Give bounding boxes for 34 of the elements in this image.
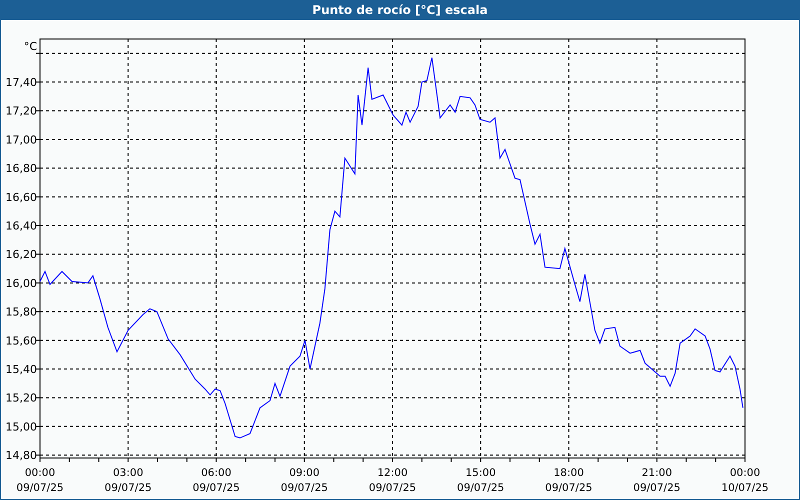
y-axis-unit: °C	[24, 40, 37, 53]
x-tick-date: 09/07/25	[633, 482, 680, 494]
y-tick-label: 16,80	[6, 162, 37, 176]
y-tick-label: 15,80	[6, 306, 37, 319]
x-tick-label: 18:00	[554, 467, 584, 479]
x-tick-date: 10/07/25	[721, 482, 769, 494]
x-tick-date: 09/07/25	[192, 482, 240, 494]
x-tick-date: 09/07/25	[545, 482, 592, 494]
y-tick-label: 17,20	[6, 104, 37, 118]
x-tick-date: 09/07/25	[280, 482, 328, 494]
x-tick-label: 09:00	[289, 467, 320, 479]
x-tick-label: 12:00	[377, 467, 408, 479]
y-tick-label: 16,00	[6, 276, 37, 290]
x-tick-date: 09/07/25	[368, 482, 416, 494]
y-tick-label: 17,40	[6, 76, 37, 90]
x-tick-label: 21:00	[642, 467, 672, 479]
y-tick-label: 15,00	[6, 420, 37, 434]
y-tick-label: 15,40	[6, 363, 37, 376]
x-tick-date: 09/07/25	[104, 482, 152, 494]
y-tick-label: 14,80	[6, 449, 37, 462]
y-tick-label: 17,00	[6, 133, 37, 146]
y-tick-label: 16,60	[6, 190, 37, 204]
x-tick-label: 00:00	[730, 467, 760, 479]
x-tick-date: 09/07/25	[16, 482, 64, 494]
y-tick-label: 15,60	[6, 334, 37, 348]
x-tick-label: 00:00	[24, 467, 56, 479]
y-tick-label: 16,20	[6, 248, 37, 262]
y-tick-label: 15,20	[6, 392, 37, 405]
x-tick-label: 06:00	[201, 467, 232, 479]
x-tick-label: 03:00	[113, 467, 144, 479]
y-tick-label: 16,40	[6, 220, 37, 233]
x-tick-label: 15:00	[466, 467, 496, 479]
x-tick-date: 09/07/25	[457, 482, 504, 494]
window-title: Punto de rocío [°C] escala	[311, 2, 489, 19]
